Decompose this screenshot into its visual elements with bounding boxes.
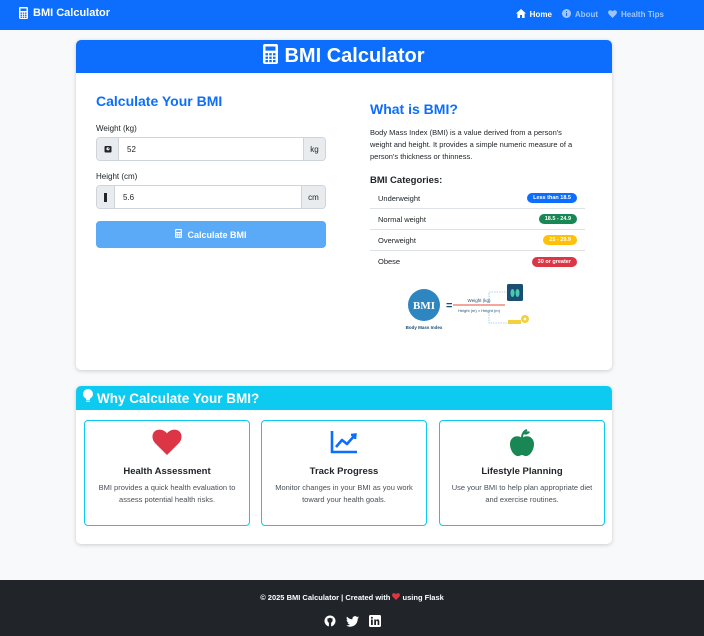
nav-item-about[interactable]: About: [561, 9, 599, 20]
category-row-obese: Obese 30 or greater: [370, 251, 585, 272]
twitter-icon[interactable]: [345, 614, 359, 632]
heart-icon: [85, 429, 249, 455]
apple-icon: [440, 429, 604, 457]
home-icon: [515, 9, 526, 20]
nav-item-home[interactable]: Home: [515, 9, 552, 20]
copyright-text: © 2025 BMI Calculator | Created with usi…: [0, 593, 704, 602]
why-calculate-card: Why Calculate Your BMI? Health Assessmen…: [76, 386, 612, 544]
bmi-categories-list: Underweight Less than 18.5 Normal weight…: [370, 188, 585, 272]
category-row-overweight: Overweight 25 - 29.9: [370, 230, 585, 251]
why-calculate-header: Why Calculate Your BMI?: [76, 386, 612, 410]
feature-description: Monitor changes in your BMI as you work …: [275, 483, 413, 504]
feature-title: Health Assessment: [123, 466, 211, 477]
feature-description: Use your BMI to help plan appropriate di…: [451, 483, 593, 504]
height-unit: cm: [301, 186, 325, 208]
line-chart-icon: [262, 429, 426, 455]
navbar-brand[interactable]: BMI Calculator: [19, 7, 110, 19]
nav-item-label: Health Tips: [621, 10, 664, 19]
calculate-bmi-label: Calculate BMI: [187, 229, 247, 240]
why-calculate-title: Why Calculate Your BMI?: [97, 390, 260, 406]
copyright-suffix: using Flask: [402, 593, 444, 602]
calculator-card: BMI Calculator Calculate Your BMI Weight…: [76, 40, 612, 370]
bmi-categories-title: BMI Categories:: [370, 175, 443, 186]
weight-unit: kg: [303, 138, 325, 160]
github-icon[interactable]: [324, 614, 336, 632]
nav-item-label: Home: [529, 10, 552, 19]
scale-icon: [507, 284, 523, 301]
bmi-caption: Body Mass Index: [406, 325, 443, 330]
height-input[interactable]: 5.6: [115, 186, 301, 208]
tape-measure-icon: [508, 320, 521, 324]
category-range-badge: Less than 18.5: [527, 193, 577, 203]
ruler-icon: [97, 186, 115, 208]
footer: © 2025 BMI Calculator | Created with usi…: [0, 580, 704, 636]
equals-sign: =: [446, 300, 452, 312]
navbar-brand-label: BMI Calculator: [33, 7, 111, 19]
calculator-icon: [263, 44, 279, 69]
heart-icon: [392, 593, 401, 602]
formula-numerator: Weight (kg): [468, 298, 491, 303]
weight-scale-icon: [97, 138, 119, 160]
category-name: Underweight: [378, 193, 421, 203]
navbar: BMI Calculator Home About Health Tips: [0, 0, 704, 30]
weight-input[interactable]: 52: [119, 138, 303, 160]
social-links: [0, 614, 704, 632]
bmi-formula-illustration: BMI Body Mass Index = Weight (kg) Height…: [406, 284, 529, 330]
category-name: Obese: [378, 257, 401, 266]
nav-item-label: About: [574, 10, 599, 19]
category-name: Normal weight: [378, 214, 426, 224]
weight-input-group: 52 kg: [96, 137, 326, 161]
bmi-circle-text: BMI: [413, 300, 435, 312]
info-circle-icon: [561, 9, 571, 20]
calculator-card-header: BMI Calculator: [76, 40, 612, 73]
feature-card-health-assessment: Health Assessment BMI provides a quick h…: [84, 420, 250, 526]
formula-denominator: Height (m) × Height (m): [458, 308, 501, 313]
calculator-icon: [19, 7, 28, 19]
heart-icon: [608, 9, 617, 20]
category-name: Overweight: [378, 235, 416, 245]
height-input-group: 5.6 cm: [96, 185, 326, 209]
category-row-normal: Normal weight 18.5 - 24.9: [370, 209, 585, 230]
feature-card-track-progress: Track Progress Monitor changes in your B…: [261, 420, 427, 526]
what-is-bmi-description: Body Mass Index (BMI) is a value derived…: [370, 128, 573, 161]
calculator-icon: [175, 229, 183, 240]
feature-title: Track Progress: [309, 466, 379, 477]
feature-card-lifestyle-planning: Lifestyle Planning Use your BMI to help …: [439, 420, 605, 526]
category-range-badge: 30 or greater: [531, 256, 577, 267]
calculate-bmi-button[interactable]: Calculate BMI: [96, 221, 326, 248]
feature-title: Lifestyle Planning: [481, 466, 563, 477]
category-range-badge: 18.5 - 24.9: [538, 214, 577, 224]
height-label: Height (cm): [96, 172, 138, 181]
category-row-underweight: Underweight Less than 18.5: [370, 188, 585, 209]
feature-description: BMI provides a quick health evaluation t…: [98, 483, 236, 504]
navbar-menu: Home About Health Tips: [515, 9, 664, 20]
category-range-badge: 25 - 29.9: [543, 235, 577, 245]
copyright-prefix: © 2025 BMI Calculator | Created with: [260, 593, 391, 602]
lightbulb-icon: [83, 388, 93, 408]
what-is-bmi-title: What is BMI?: [370, 101, 458, 117]
form-title: Calculate Your BMI: [96, 93, 223, 109]
calculator-card-title: BMI Calculator: [284, 45, 425, 67]
nav-item-health-tips[interactable]: Health Tips: [608, 9, 664, 20]
weight-label: Weight (kg): [96, 124, 137, 133]
linkedin-icon[interactable]: [368, 614, 381, 632]
